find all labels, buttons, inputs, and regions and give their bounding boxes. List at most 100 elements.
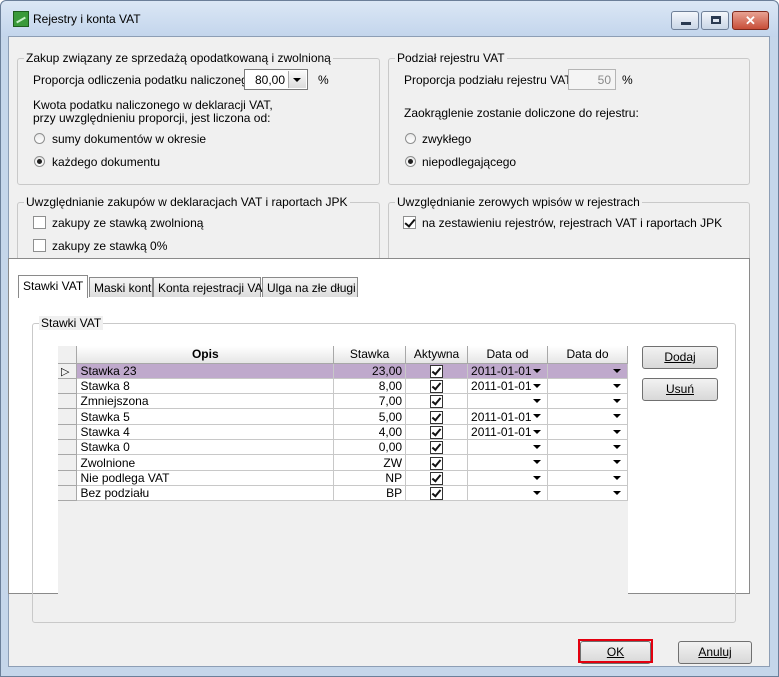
cell-data-do[interactable] [547, 408, 628, 425]
cell-opis[interactable]: Zwolnione [76, 454, 335, 471]
chevron-down-icon[interactable] [288, 71, 306, 88]
table-row[interactable]: Stawka 0 0,00 [58, 439, 628, 456]
active-checkbox[interactable] [430, 380, 444, 393]
active-checkbox[interactable] [430, 456, 444, 470]
cell-data-do[interactable] [547, 485, 628, 502]
cell-stawka[interactable]: 4,00 [333, 424, 407, 441]
chevron-down-icon[interactable] [533, 460, 542, 465]
checkbox-exempt-rate-label[interactable]: zakupy ze stawką zwolnioną [52, 216, 203, 230]
radio-sum-documents[interactable] [34, 133, 45, 144]
cell-aktywna[interactable] [405, 363, 469, 379]
row-indicator[interactable] [58, 439, 78, 456]
radio-nonsubject-register-label[interactable]: niepodlegającego [422, 155, 516, 169]
active-checkbox[interactable] [430, 410, 444, 424]
cell-opis[interactable]: Stawka 23 [76, 363, 335, 379]
radio-sum-documents-label[interactable]: sumy dokumentów w okresie [52, 132, 206, 146]
maximize-button[interactable] [701, 11, 729, 30]
checkbox-zero-entries[interactable] [403, 216, 416, 229]
chevron-down-icon[interactable] [533, 445, 542, 450]
proportion-deduction-combo[interactable]: 80,00 [244, 69, 308, 90]
remove-button[interactable]: Usuń [642, 378, 718, 401]
tab-vat-rates[interactable]: Stawki VAT [18, 275, 88, 298]
row-indicator[interactable] [58, 393, 78, 410]
row-indicator[interactable] [58, 470, 78, 487]
chevron-down-icon[interactable] [613, 491, 621, 496]
table-row[interactable]: ▷ Stawka 23 23,00 2011-01-01 [58, 363, 628, 379]
cell-aktywna[interactable] [405, 408, 469, 425]
chevron-down-icon[interactable] [533, 491, 542, 496]
chevron-down-icon[interactable] [613, 383, 621, 388]
radio-regular-register[interactable] [405, 133, 416, 144]
cell-data-do[interactable] [547, 363, 628, 379]
table-row[interactable]: Stawka 5 5,00 2011-01-01 [58, 408, 628, 425]
row-indicator[interactable] [58, 454, 78, 471]
close-button[interactable]: ✕ [732, 11, 769, 30]
header-stawka[interactable]: Stawka [333, 346, 407, 364]
cell-stawka[interactable]: 7,00 [333, 393, 407, 410]
active-checkbox[interactable] [430, 426, 444, 439]
cell-stawka[interactable]: 5,00 [333, 408, 407, 425]
cell-aktywna[interactable] [405, 424, 469, 441]
chevron-down-icon[interactable] [613, 399, 621, 404]
checkbox-exempt-rate[interactable] [33, 216, 46, 229]
radio-nonsubject-register[interactable] [405, 156, 416, 167]
cell-opis[interactable]: Stawka 4 [76, 424, 335, 441]
row-indicator[interactable] [58, 485, 78, 502]
cell-aktywna[interactable] [405, 439, 469, 456]
table-row[interactable]: Zmniejszona 7,00 [58, 393, 628, 410]
row-indicator[interactable]: ▷ [58, 363, 78, 379]
title-bar[interactable]: Rejestry i konta VAT ✕ [1, 1, 778, 37]
chevron-down-icon[interactable] [613, 414, 621, 419]
chevron-down-icon[interactable] [613, 460, 621, 465]
row-indicator[interactable] [58, 408, 78, 425]
header-data-do[interactable]: Data do [547, 346, 628, 364]
cell-stawka[interactable]: BP [333, 485, 407, 502]
cell-opis[interactable]: Stawka 8 [76, 378, 335, 395]
cell-stawka[interactable]: 0,00 [333, 439, 407, 456]
cell-opis[interactable]: Nie podlega VAT [76, 470, 335, 487]
cell-stawka[interactable]: NP [333, 470, 407, 487]
cell-data-do[interactable] [547, 454, 628, 471]
cell-data-do[interactable] [547, 470, 628, 487]
cell-data-od[interactable] [467, 470, 549, 487]
chevron-down-icon[interactable] [613, 429, 621, 434]
table-row[interactable]: Zwolnione ZW [58, 454, 628, 471]
chevron-down-icon[interactable] [613, 368, 621, 373]
radio-each-document-label[interactable]: każdego dokumentu [52, 155, 160, 169]
chevron-down-icon[interactable] [533, 368, 542, 373]
chevron-down-icon[interactable] [613, 445, 621, 450]
cell-data-od[interactable]: 2011-01-01 [467, 424, 549, 441]
cell-aktywna[interactable] [405, 378, 469, 395]
cell-data-do[interactable] [547, 424, 628, 441]
active-checkbox[interactable] [430, 364, 444, 378]
radio-regular-register-label[interactable]: zwykłego [422, 132, 471, 146]
active-checkbox[interactable] [430, 441, 444, 454]
header-opis[interactable]: Opis [76, 346, 335, 364]
checkbox-zero-entries-label[interactable]: na zestawieniu rejestrów, rejestrach VAT… [422, 216, 722, 230]
cell-data-od[interactable]: 2011-01-01 [467, 363, 549, 379]
active-checkbox[interactable] [430, 395, 444, 408]
cell-aktywna[interactable] [405, 470, 469, 487]
cell-stawka[interactable]: 8,00 [333, 378, 407, 395]
cell-aktywna[interactable] [405, 485, 469, 502]
table-row[interactable]: Nie podlega VAT NP [58, 470, 628, 487]
chevron-down-icon[interactable] [533, 399, 542, 404]
header-data-od[interactable]: Data od [467, 346, 549, 364]
minimize-button[interactable] [671, 11, 699, 30]
cancel-button[interactable]: Anuluj [678, 641, 752, 664]
add-button[interactable]: Dodaj [642, 346, 718, 369]
cell-data-od[interactable]: 2011-01-01 [467, 378, 549, 395]
chevron-down-icon[interactable] [613, 475, 621, 480]
cell-data-od[interactable]: 2011-01-01 [467, 408, 549, 425]
cell-data-od[interactable] [467, 393, 549, 410]
active-checkbox[interactable] [430, 487, 444, 500]
table-row[interactable]: Stawka 4 4,00 2011-01-01 [58, 424, 628, 441]
cell-data-od[interactable] [467, 454, 549, 471]
chevron-down-icon[interactable] [533, 414, 542, 419]
cell-aktywna[interactable] [405, 393, 469, 410]
cell-data-do[interactable] [547, 439, 628, 456]
table-row[interactable]: Bez podziału BP [58, 485, 628, 502]
radio-each-document[interactable] [34, 156, 45, 167]
checkbox-zero-rate-label[interactable]: zakupy ze stawką 0% [52, 239, 167, 253]
header-aktywna[interactable]: Aktywna [405, 346, 469, 364]
